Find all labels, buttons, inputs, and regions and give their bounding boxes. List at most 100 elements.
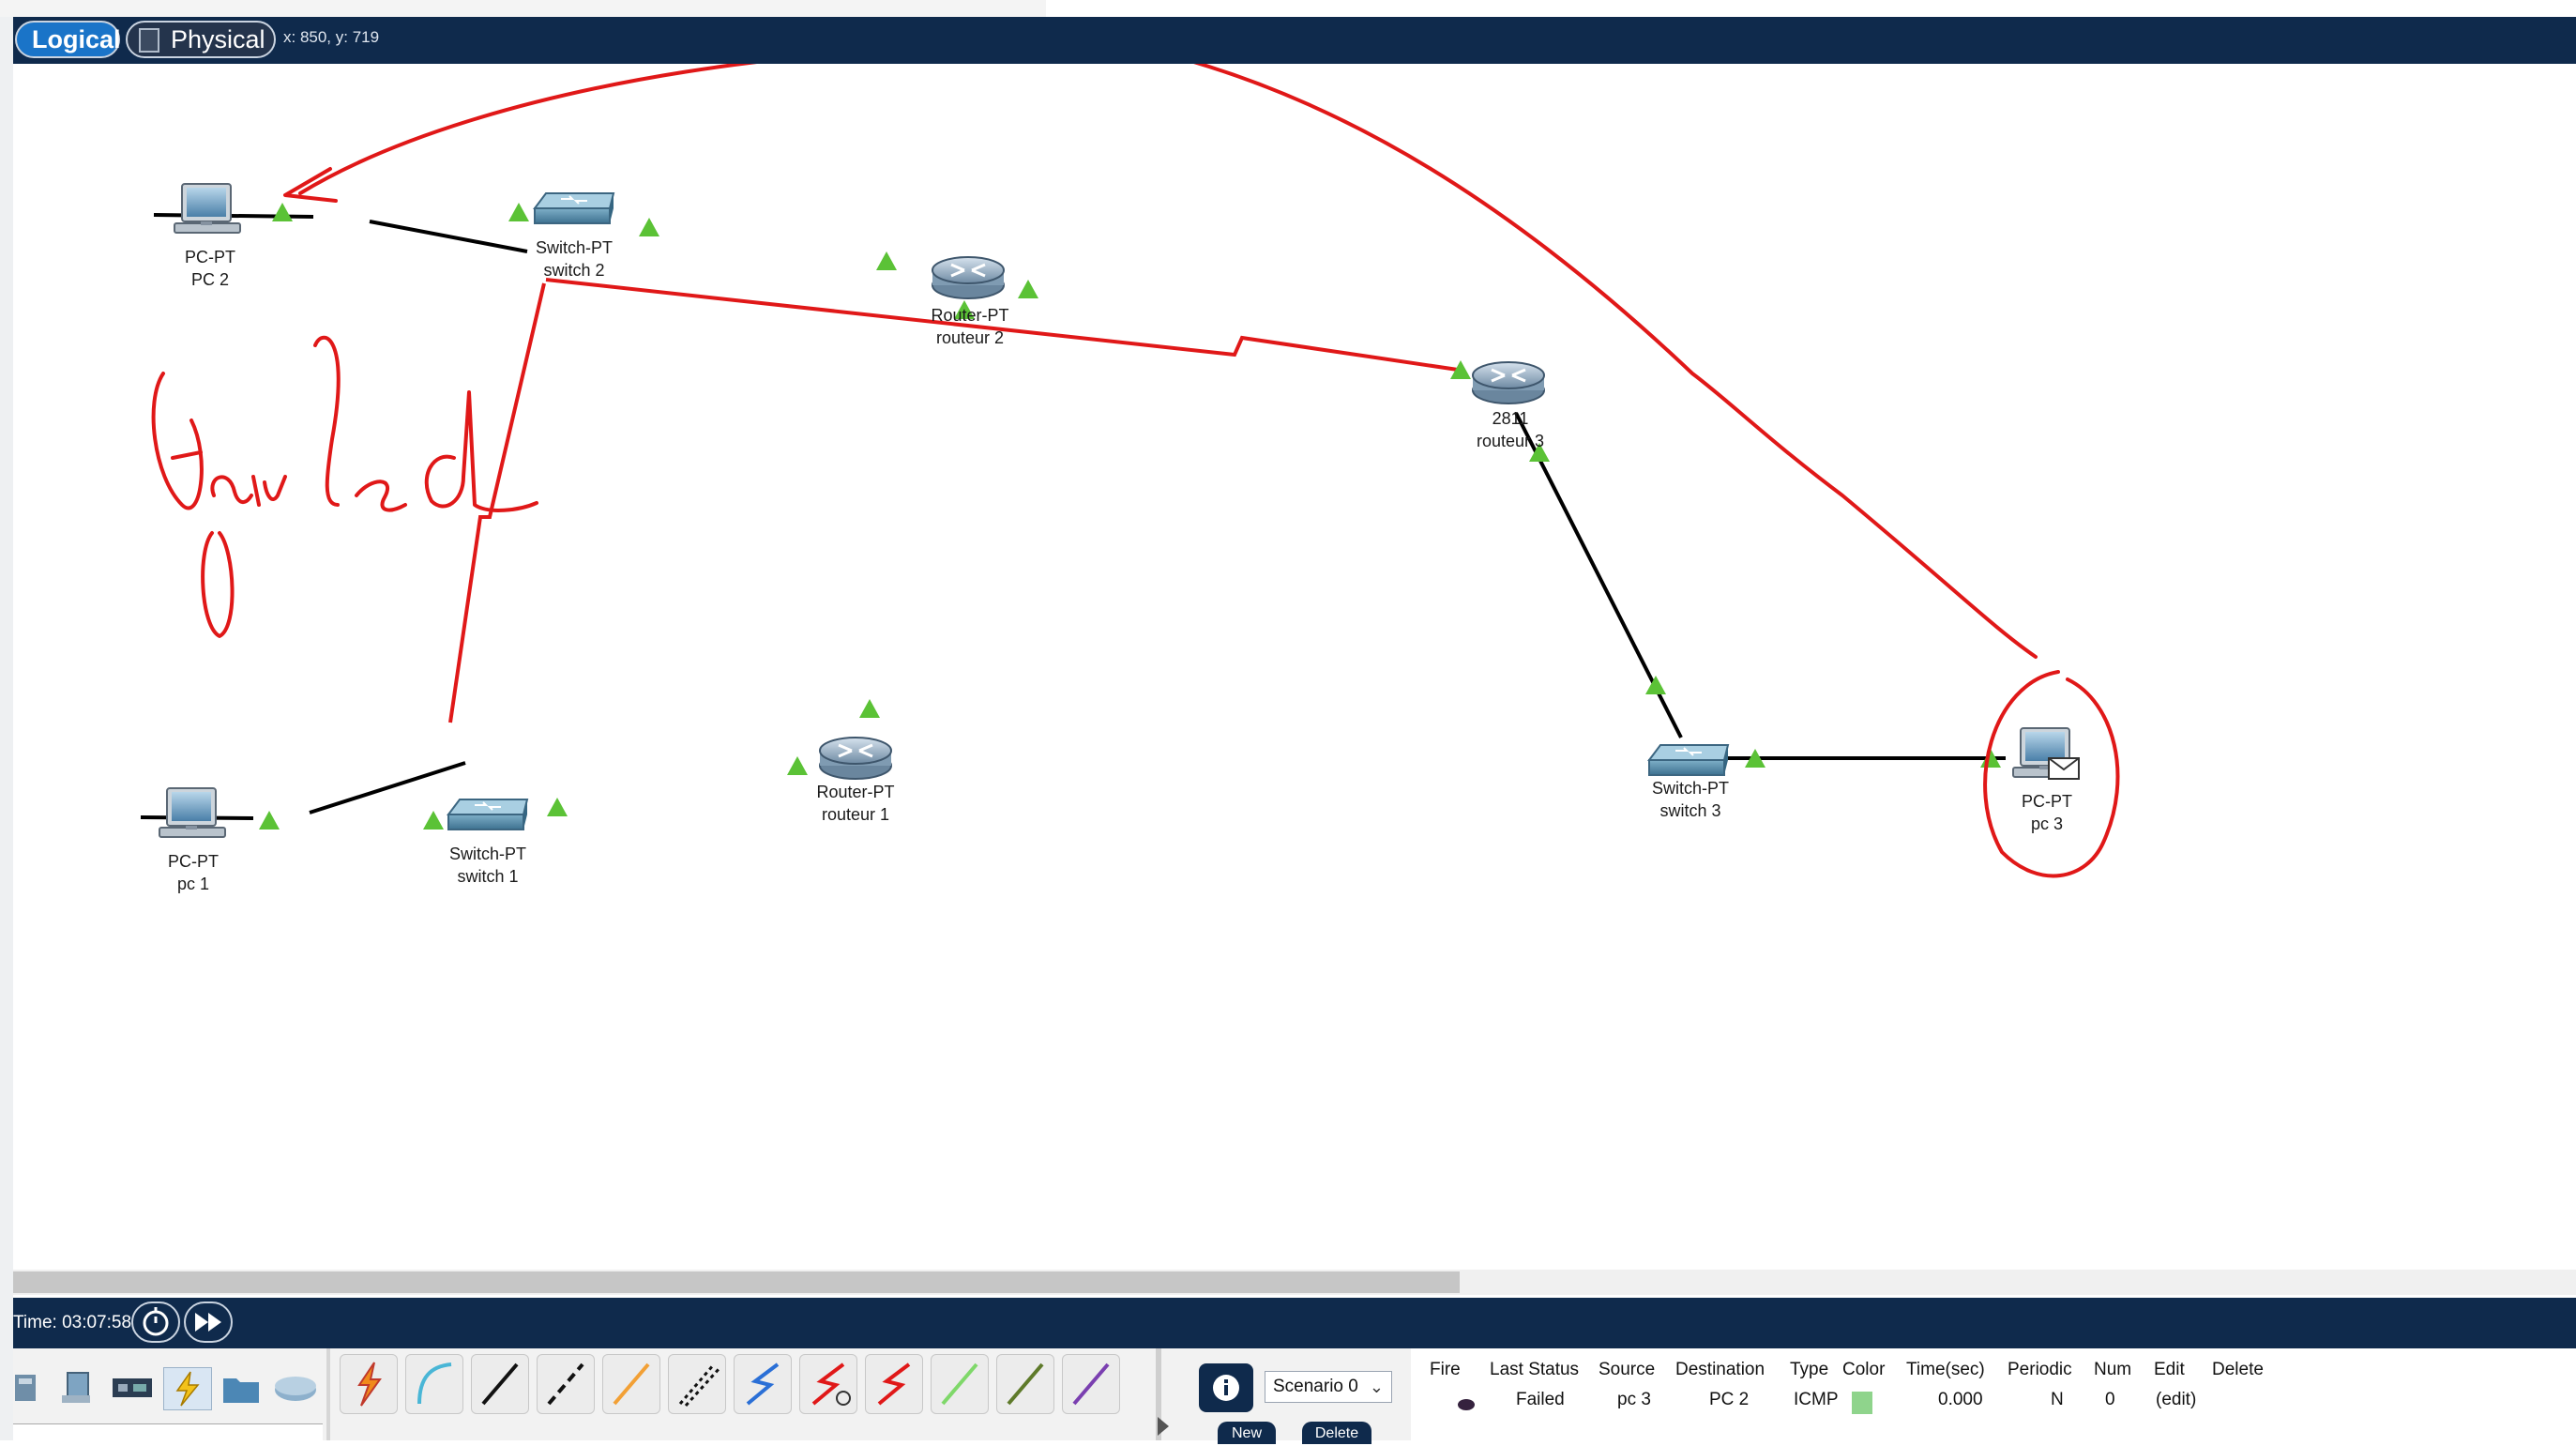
pdu-time-sec: 0.000	[1938, 1390, 1983, 1409]
fire-pdu-button[interactable]	[1458, 1399, 1475, 1410]
multiuser-category-icon[interactable]	[272, 1367, 319, 1408]
reset-time-button[interactable]	[131, 1301, 180, 1343]
console-cable-icon	[417, 1362, 452, 1405]
device-switch3[interactable]	[1648, 744, 1729, 776]
header-last-status: Last Status	[1490, 1360, 1580, 1379]
top-gap	[0, 0, 2576, 17]
label-pc3-name: pc 3	[2030, 814, 2064, 833]
scenario-info-button[interactable]	[1199, 1363, 1253, 1412]
auto-connection-button[interactable]	[340, 1354, 398, 1414]
scenario-select-value: Scenario 0	[1273, 1377, 1358, 1396]
console-cable-button[interactable]	[405, 1354, 463, 1414]
copper-cross-over-button[interactable]	[537, 1354, 595, 1414]
horizontal-scrollbar-thumb[interactable]	[13, 1271, 1460, 1293]
left-strip	[0, 17, 13, 1440]
pdu-source: pc 3	[1617, 1390, 1651, 1409]
delete-scenario-button[interactable]: Delete	[1302, 1422, 1371, 1444]
label-router2-name: routeur 2	[935, 328, 1005, 347]
device-pc1[interactable]	[159, 787, 226, 838]
label-switch2: Switch-PT switch 2	[536, 236, 613, 282]
auto-connection-icon	[357, 1362, 382, 1407]
device-switch1[interactable]	[447, 799, 528, 830]
device-pc2[interactable]	[174, 183, 241, 234]
coaxial-button[interactable]	[734, 1354, 792, 1414]
header-time-sec: Time(sec)	[1906, 1360, 1985, 1379]
device-router2[interactable]	[931, 255, 1006, 300]
annotation-word-failed	[151, 335, 538, 512]
end-devices-category-icon[interactable]	[54, 1367, 101, 1408]
logical-tab[interactable]: Logical	[15, 21, 121, 58]
label-pc1-model: PC-PT	[168, 852, 219, 871]
pdu-type: ICMP	[1794, 1390, 1839, 1409]
serial-dte-icon	[877, 1362, 911, 1406]
fiber-button[interactable]	[602, 1354, 660, 1414]
label-pc3: PC-PT pc 3	[2022, 790, 2072, 835]
port-indicators	[259, 203, 2001, 830]
pdu-list-panel: Fire Last Status Source Destination Type…	[1411, 1348, 2576, 1440]
annotation-arrowhead	[283, 167, 338, 203]
scenario-select[interactable]: Scenario 0 ⌄	[1265, 1371, 1392, 1403]
straight-through-icon	[481, 1362, 519, 1406]
cursor-coordinates: x: 850, y: 719	[283, 28, 380, 46]
label-router2-model: Router-PT	[931, 306, 1009, 325]
label-switch3-model: Switch-PT	[1651, 779, 1730, 798]
label-router2: Router-PT routeur 2	[931, 304, 1008, 349]
pdu-periodic: N	[2051, 1390, 2064, 1409]
simulation-time: Time: 03:07:58	[13, 1313, 132, 1332]
link-switch1-router1	[309, 761, 466, 814]
physical-tab[interactable]: Physical	[126, 21, 276, 58]
device-router3[interactable]	[1471, 360, 1546, 405]
pdu-destination: PC 2	[1709, 1390, 1750, 1409]
header-color: Color	[1842, 1360, 1886, 1379]
reset-time-icon	[143, 1307, 169, 1336]
pdu-edit-link[interactable]: (edit)	[2156, 1390, 2196, 1410]
expand-arrow-icon[interactable]	[1158, 1417, 1169, 1436]
label-pc2: PC-PT PC 2	[185, 246, 235, 291]
pdu-envelope-icon	[2048, 757, 2080, 780]
label-switch1-model: Switch-PT	[448, 845, 527, 863]
iot-cable-button[interactable]	[996, 1354, 1054, 1414]
device-router1[interactable]	[818, 736, 893, 781]
label-switch2-model: Switch-PT	[535, 238, 614, 257]
network-devices-category-icon[interactable]	[13, 1367, 60, 1408]
fast-forward-icon	[195, 1313, 221, 1332]
octal-cable-button[interactable]	[931, 1354, 989, 1414]
octal-cable-icon	[941, 1362, 978, 1406]
header-delete: Delete	[2212, 1360, 2264, 1379]
connections-category-icon[interactable]	[163, 1367, 212, 1410]
logical-tab-label: Logical	[32, 25, 121, 53]
ethernet-links[interactable]	[140, 213, 2006, 820]
device-subtype-list	[13, 1423, 323, 1441]
serial-dce-button[interactable]	[799, 1354, 857, 1414]
serial-dce-icon	[811, 1362, 851, 1406]
fast-forward-button[interactable]	[184, 1301, 233, 1343]
new-scenario-button[interactable]: New	[1218, 1422, 1276, 1444]
label-router3-name: routeur 3	[1476, 432, 1545, 450]
label-switch3-name: switch 3	[1659, 801, 1721, 820]
physical-view-icon	[139, 28, 159, 53]
time-bar: Time: 03:07:58	[13, 1298, 2576, 1348]
device-pc3[interactable]	[2012, 727, 2080, 780]
link-switch2-router2	[369, 220, 528, 253]
usb-cable-icon	[1072, 1362, 1110, 1406]
components-category-icon[interactable]	[109, 1367, 156, 1408]
label-pc2-name: PC 2	[190, 270, 230, 289]
copper-straight-through-button[interactable]	[471, 1354, 529, 1414]
label-switch1-name: switch 1	[457, 867, 519, 886]
link-router2-router1	[448, 282, 546, 723]
serial-dte-button[interactable]	[865, 1354, 923, 1414]
misc-category-icon[interactable]	[218, 1367, 265, 1408]
chevron-down-icon: ⌄	[1369, 1378, 1384, 1396]
usb-cable-button[interactable]	[1062, 1354, 1120, 1414]
header-type: Type	[1790, 1360, 1829, 1379]
device-switch2[interactable]	[534, 192, 614, 224]
header-edit: Edit	[2154, 1360, 2185, 1379]
phone-cable-button[interactable]	[668, 1354, 726, 1414]
label-router3: 2811 routeur 3	[1477, 407, 1544, 452]
label-pc1-name: pc 1	[176, 875, 210, 893]
logical-workspace-canvas[interactable]: PC-PT PC 2 Switch-PT switch 2 Router-PT …	[13, 64, 2576, 1270]
physical-tab-label: Physical	[171, 25, 265, 53]
annotation-arrow-path	[298, 64, 2038, 659]
pdu-num: 0	[2105, 1390, 2115, 1409]
iot-cable-icon	[1007, 1362, 1044, 1406]
